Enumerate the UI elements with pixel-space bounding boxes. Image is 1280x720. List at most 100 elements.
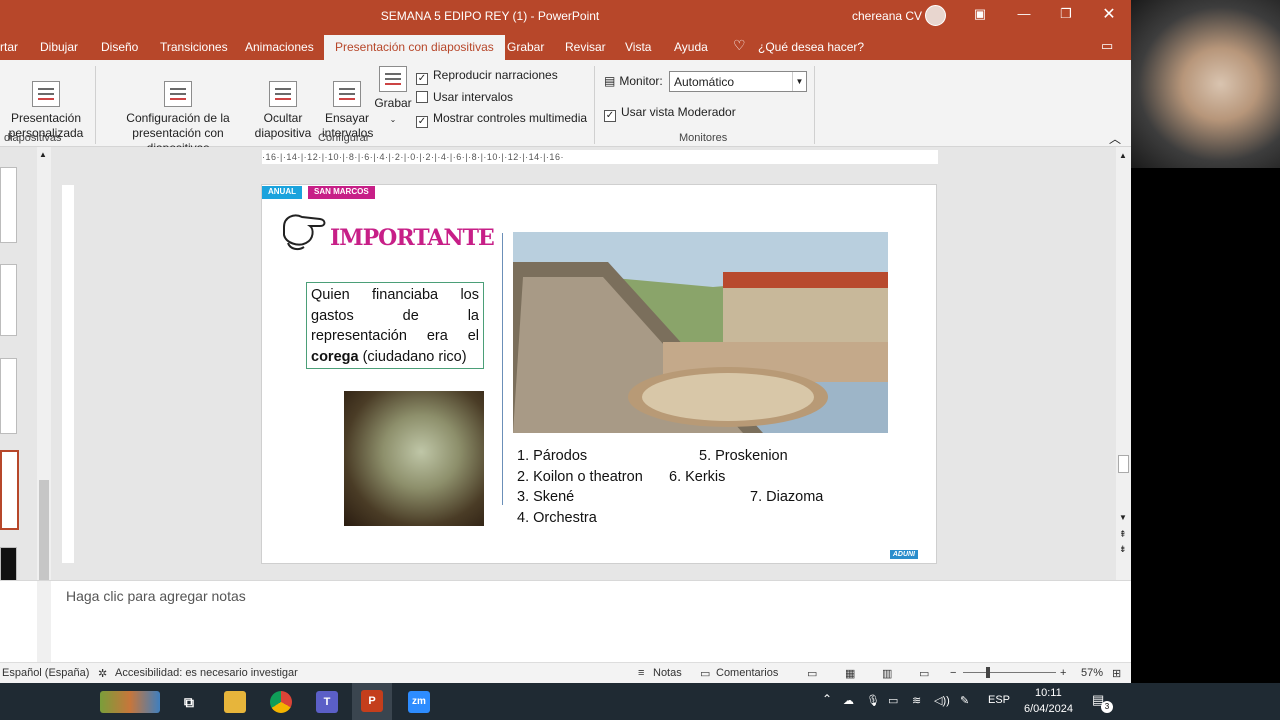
setup-show-icon xyxy=(164,81,192,107)
tab-draw[interactable]: Dibujar xyxy=(40,40,78,54)
chevron-down-icon: ▼ xyxy=(792,72,806,91)
monitor-label: ▤ Monitor: xyxy=(604,74,663,88)
notes-scrollbar[interactable] xyxy=(37,581,51,663)
chevron-up-icon[interactable]: ⌃ xyxy=(822,692,832,706)
notes-placeholder[interactable]: Haga clic para agregar notas xyxy=(66,588,246,604)
zoom-slider-thumb[interactable] xyxy=(986,667,990,678)
notes-pane[interactable]: Haga clic para agregar notas xyxy=(0,580,1131,663)
setup-show-button[interactable]: Configuración de la presentación con dia… xyxy=(104,66,252,156)
taskbar: ⧉ T P zm ⌃ ☁ 🎙 ▭ ≋ ◁)) ✎ ESP 10:11 6/04/… xyxy=(0,683,1280,720)
accessibility-status[interactable]: Accesibilidad: es necesario investigar xyxy=(115,667,298,679)
narrations-checkbox[interactable]: ✓ Reproducir narraciones xyxy=(416,68,558,85)
scroll-down-icon[interactable]: ▼ xyxy=(1119,513,1127,522)
record-button[interactable]: Grabar ⌄ xyxy=(374,66,412,127)
chrome-icon[interactable] xyxy=(270,691,292,713)
pointing-hand-icon xyxy=(283,214,326,251)
slide-canvas[interactable]: ANUAL SAN MARCOS IMPORTANTE Quien financ… xyxy=(261,184,937,564)
part-item-1: 1. Párodos xyxy=(517,448,588,464)
pen-icon[interactable]: ✎ xyxy=(960,694,969,707)
checkbox-empty-icon xyxy=(416,91,428,103)
zoom-in-icon[interactable]: + xyxy=(1060,667,1066,679)
group-label-configure: Configurar xyxy=(318,132,370,144)
record-icon xyxy=(379,66,407,92)
notes-icon: ≡ xyxy=(638,667,645,679)
slide-thumbnail[interactable] xyxy=(0,167,17,243)
comment-icon[interactable]: ▭ xyxy=(1101,38,1113,54)
tab-help[interactable]: Ayuda xyxy=(674,40,708,54)
status-bar: Español (España) ✲ Accesibilidad: es nec… xyxy=(0,662,1131,683)
divider-line xyxy=(502,233,503,505)
hide-slide-icon xyxy=(269,81,297,107)
presenter-view-checkbox[interactable]: ✓ Usar vista Moderador xyxy=(604,105,736,122)
minimize-icon[interactable]: — xyxy=(1014,6,1034,21)
workspace: ▲ ·16·|·14·|·12·|·10·|·8·|·6·|·4·|·2·|·0… xyxy=(0,147,1131,621)
microphone-icon[interactable]: 🎙 xyxy=(866,694,880,707)
scroll-up-icon[interactable]: ▲ xyxy=(39,150,47,159)
webcam-black-area xyxy=(1131,168,1280,683)
maximize-icon[interactable]: ❐ xyxy=(1056,6,1076,22)
file-explorer-icon[interactable] xyxy=(224,691,246,713)
teams-icon[interactable]: T xyxy=(316,691,338,713)
next-slide-icon[interactable]: ⇟ xyxy=(1119,544,1127,555)
reading-view-icon[interactable]: ▥ xyxy=(882,667,892,680)
timings-checkbox[interactable]: Usar intervalos xyxy=(416,90,513,104)
slideshow-icon[interactable]: ▭ xyxy=(919,667,929,680)
comments-toggle[interactable]: Comentarios xyxy=(716,667,778,679)
powerpoint-taskbar-button[interactable]: P xyxy=(352,683,392,720)
clock-time[interactable]: 10:11 xyxy=(1035,687,1062,699)
wifi-icon[interactable]: ≋ xyxy=(912,694,921,707)
battery-icon[interactable]: ▭ xyxy=(888,694,898,707)
widgets-icon[interactable] xyxy=(100,691,160,713)
tell-me-search[interactable]: ¿Qué desea hacer? xyxy=(758,40,864,54)
custom-show-button[interactable]: Presentación personalizada xyxy=(4,66,88,141)
tab-animations[interactable]: Animaciones xyxy=(245,40,314,54)
tab-transitions[interactable]: Transiciones xyxy=(160,40,228,54)
slide-sorter-icon[interactable]: ▦ xyxy=(845,667,855,680)
note-box: Quien financiaba los gastos de la repres… xyxy=(306,282,484,369)
fit-slide-icon[interactable]: ⊞ xyxy=(1112,667,1121,680)
tab-design[interactable]: Diseño xyxy=(101,40,138,54)
tab-record[interactable]: Grabar xyxy=(507,40,544,54)
slide-thumbnail[interactable] xyxy=(0,358,17,434)
slide-thumbnail-active[interactable] xyxy=(0,450,19,530)
collapse-ribbon-icon[interactable]: ︿ xyxy=(1109,130,1121,147)
tab-slideshow[interactable]: Presentación con diapositivas xyxy=(324,35,505,60)
ribbon: Presentación personalizada diapositivas … xyxy=(0,60,1131,155)
language-status[interactable]: Español (España) xyxy=(2,667,89,679)
notes-toggle[interactable]: Notas xyxy=(653,667,682,679)
scroll-thumb[interactable] xyxy=(1118,455,1129,473)
custom-show-icon xyxy=(32,81,60,107)
account-name[interactable]: chereana CV xyxy=(852,9,922,23)
input-language[interactable]: ESP xyxy=(988,694,1010,706)
cloud-icon[interactable]: ☁ xyxy=(843,694,854,707)
tab-insert[interactable]: rtar xyxy=(0,40,18,54)
scroll-up-icon[interactable]: ▲ xyxy=(1119,151,1127,160)
previous-slide-icon[interactable]: ⇞ xyxy=(1119,529,1127,540)
zoom-app-icon[interactable]: zm xyxy=(408,691,430,713)
media-controls-checkbox[interactable]: ✓ Mostrar controles multimedia xyxy=(416,111,587,128)
theater-image xyxy=(513,232,888,433)
title-bar: SEMANA 5 EDIPO REY (1) - PowerPoint cher… xyxy=(0,0,1131,32)
zoom-level[interactable]: 57% xyxy=(1081,667,1103,679)
tab-review[interactable]: Revisar xyxy=(565,40,606,54)
vertical-ruler xyxy=(62,185,74,563)
zoom-slider[interactable] xyxy=(963,672,1056,673)
close-icon[interactable]: ✕ xyxy=(1099,4,1119,24)
task-view-icon[interactable]: ⧉ xyxy=(178,691,200,713)
hide-slide-button[interactable]: Ocultar diapositiva xyxy=(254,66,312,141)
normal-view-icon[interactable]: ▭ xyxy=(807,667,817,680)
tab-view[interactable]: Vista xyxy=(625,40,651,54)
zoom-out-icon[interactable]: − xyxy=(950,667,956,679)
thumbnail-scrollbar[interactable]: ▲ xyxy=(37,147,51,620)
avatar[interactable] xyxy=(925,5,946,26)
volume-icon[interactable]: ◁)) xyxy=(934,694,950,707)
slide-heading: IMPORTANTE xyxy=(330,225,495,251)
monitor-select[interactable]: Automático ▼ xyxy=(669,71,807,92)
rehearse-timings-button[interactable]: Ensayar intervalos xyxy=(322,66,373,141)
horizontal-ruler: ·16·|·14·|·12·|·10·|·8·|·6·|·4·|·2·|·0·|… xyxy=(262,150,938,164)
clock-date[interactable]: 6/04/2024 xyxy=(1024,703,1073,715)
checkbox-checked-icon: ✓ xyxy=(416,116,428,128)
slide-thumbnail[interactable] xyxy=(0,264,17,336)
ribbon-display-icon[interactable]: ▣ xyxy=(970,6,990,22)
slide-scrollbar[interactable]: ▲ ▼ ⇞ ⇟ xyxy=(1116,147,1131,580)
